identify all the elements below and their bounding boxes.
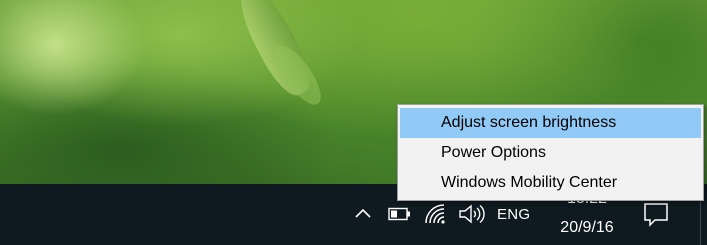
battery-icon[interactable] [388, 206, 412, 222]
notifications-icon[interactable] [642, 201, 670, 227]
menu-item-windows-mobility-center[interactable]: Windows Mobility Center [400, 168, 701, 198]
menu-item-power-options[interactable]: Power Options [400, 138, 701, 168]
menu-item-adjust-screen-brightness[interactable]: Adjust screen brightness [400, 108, 701, 138]
show-hidden-icons-chevron-icon[interactable] [352, 203, 374, 223]
volume-icon[interactable] [457, 203, 485, 225]
battery-context-menu: Adjust screen brightness Power Options W… [397, 104, 704, 201]
clock-date[interactable]: 20/9/16 [548, 219, 626, 237]
wifi-icon[interactable] [424, 203, 448, 225]
input-language-indicator[interactable]: ENG [497, 206, 530, 223]
